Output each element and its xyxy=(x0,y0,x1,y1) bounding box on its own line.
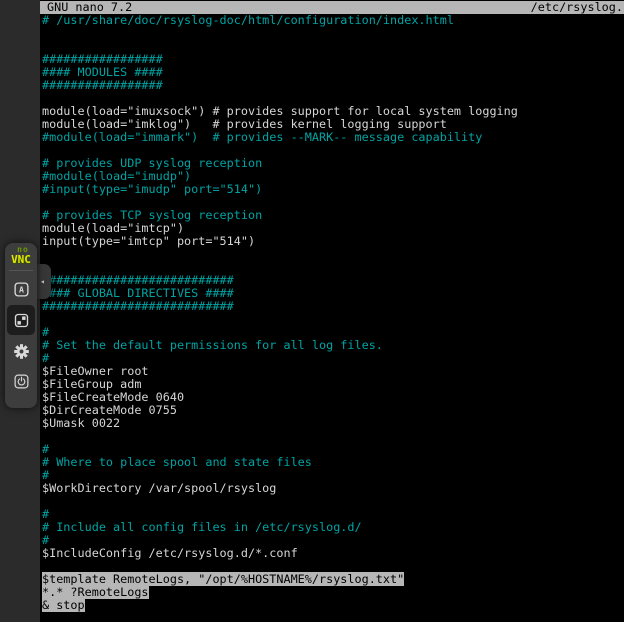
svg-text:A: A xyxy=(19,284,24,294)
editor-line: & stop xyxy=(42,599,624,612)
editor-line: *.* ?RemoteLogs xyxy=(42,586,624,599)
chevron-left-icon: ◂ xyxy=(37,278,45,286)
editor-line xyxy=(42,430,624,443)
nano-filename-label: /etc/rsyslog. xyxy=(531,1,623,14)
editor-line: $WorkDirectory /var/spool/rsyslog xyxy=(42,482,624,495)
editor-line: $IncludeConfig /etc/rsyslog.d/*.conf xyxy=(42,547,624,560)
editor-line: $DirCreateMode 0755 xyxy=(42,404,624,417)
editor-line: ################# xyxy=(42,79,624,92)
editor-line: #module(load="immark") # provides --MARK… xyxy=(42,131,624,144)
editor-line: ########################### xyxy=(42,300,624,313)
editor-line: # Where to place spool and state files xyxy=(42,456,624,469)
settings-button[interactable] xyxy=(8,337,34,365)
fullscreen-icon xyxy=(14,313,29,328)
novnc-control-bar: no VNC A xyxy=(5,243,37,408)
editor-line: # Include all config files in /etc/rsysl… xyxy=(42,521,624,534)
editor-line: $Umask 0022 xyxy=(42,417,624,430)
gear-icon xyxy=(13,343,30,360)
power-button[interactable] xyxy=(8,367,34,395)
panel-divider xyxy=(9,270,33,271)
terminal-window[interactable]: GNU nano 7.2 /etc/rsyslog. # /usr/share/… xyxy=(40,0,624,622)
fullscreen-button[interactable] xyxy=(7,305,35,335)
novnc-logo: no VNC xyxy=(5,243,37,265)
editor-line: input(type="imtcp" port="514") xyxy=(42,235,624,248)
editor-line xyxy=(42,313,624,326)
editor-line: # /usr/share/doc/rsyslog-doc/html/config… xyxy=(42,14,624,27)
editor-line xyxy=(42,27,624,40)
novnc-logo-no: no xyxy=(7,246,39,254)
editor-line: # Set the default permissions for all lo… xyxy=(42,339,624,352)
screen: GNU nano 7.2 /etc/rsyslog. # /usr/share/… xyxy=(0,0,624,622)
power-icon xyxy=(14,374,29,389)
editor-line xyxy=(42,248,624,261)
clipboard-a-icon: A xyxy=(14,282,29,297)
control-bar-handle[interactable]: ◂ xyxy=(37,264,51,299)
novnc-logo-vnc: VNC xyxy=(5,254,37,265)
clipboard-button[interactable]: A xyxy=(8,275,34,303)
editor-content[interactable]: # /usr/share/doc/rsyslog-doc/html/config… xyxy=(42,14,624,612)
editor-line xyxy=(42,495,624,508)
editor-line: #input(type="imudp" port="514") xyxy=(42,183,624,196)
